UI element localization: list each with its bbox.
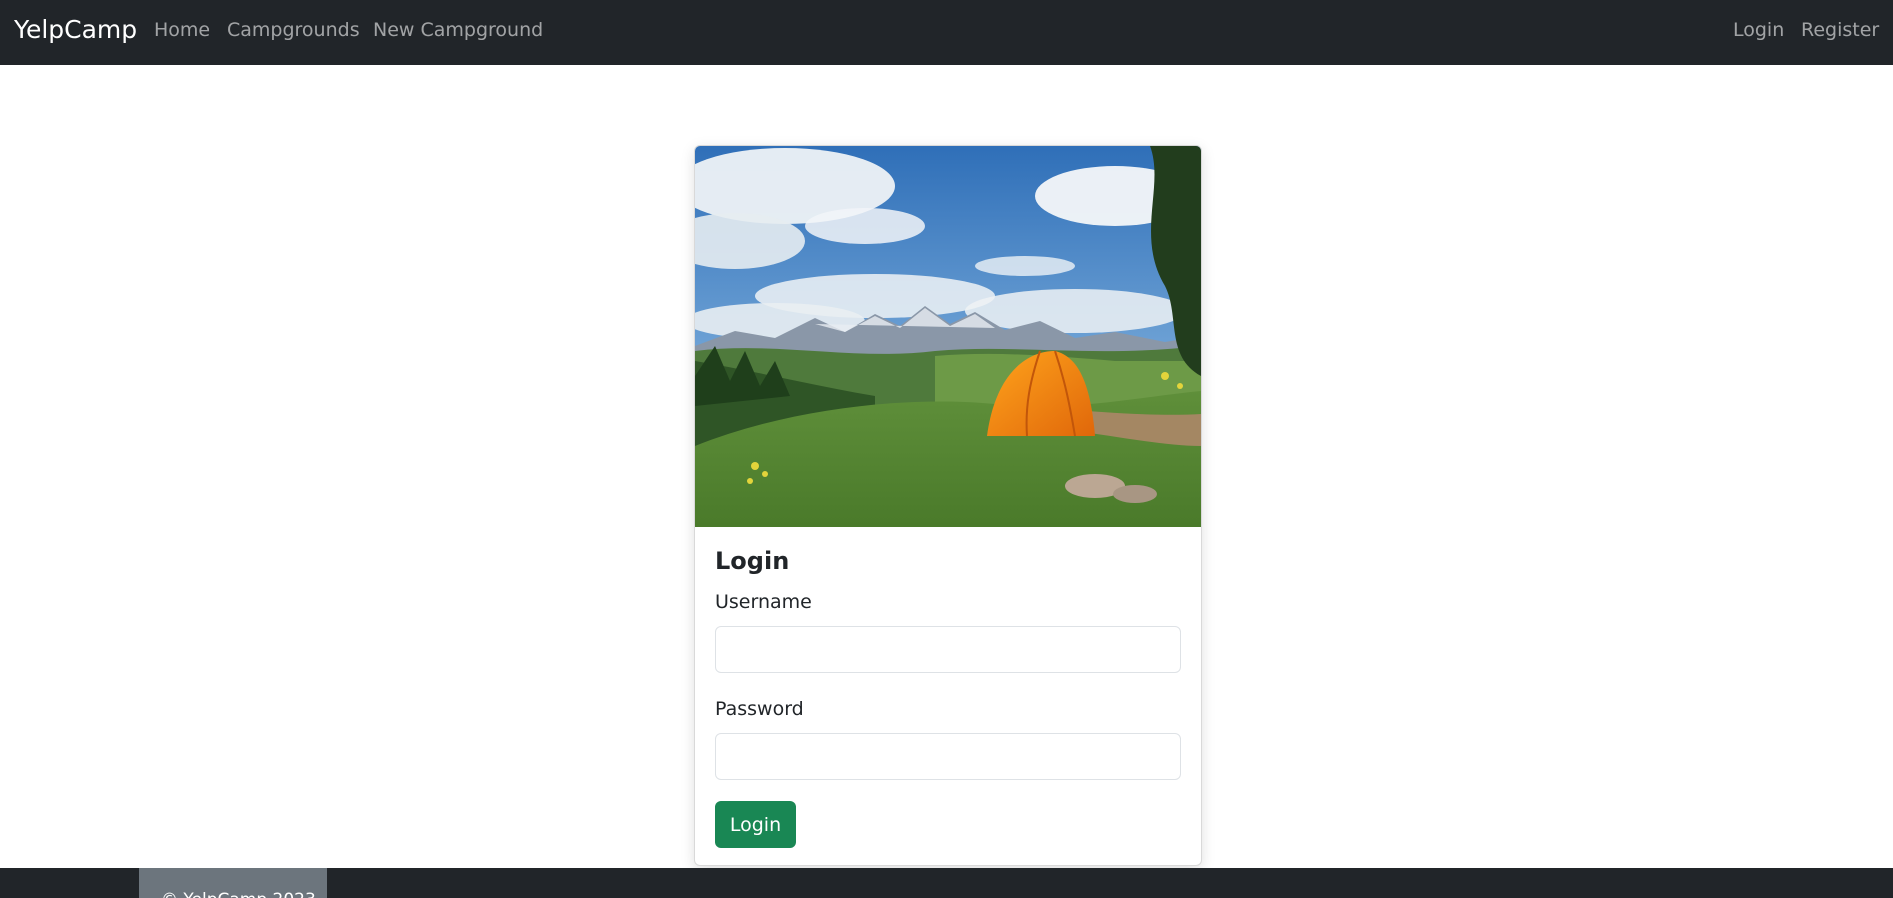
nav-home-link[interactable]: Home xyxy=(154,19,210,41)
nav-login-link[interactable]: Login xyxy=(1733,19,1784,41)
login-title: Login xyxy=(715,547,790,575)
brand-link[interactable]: YelpCamp xyxy=(14,15,137,44)
footer: © YelpCamp 2023 xyxy=(0,868,1893,898)
nav-campgrounds-link[interactable]: Campgrounds xyxy=(227,19,360,41)
password-label: Password xyxy=(715,698,804,720)
login-submit-button[interactable]: Login xyxy=(715,801,796,848)
nav-register-link[interactable]: Register xyxy=(1801,19,1879,41)
footer-container: © YelpCamp 2023 xyxy=(139,868,327,898)
username-input[interactable] xyxy=(715,626,1181,673)
password-input[interactable] xyxy=(715,733,1181,780)
footer-copyright: © YelpCamp 2023 xyxy=(161,890,316,898)
nav-new-campground-link[interactable]: New Campground xyxy=(373,19,543,41)
username-label: Username xyxy=(715,591,812,613)
login-card: Login Username Password Login xyxy=(694,145,1202,866)
navbar: YelpCamp Home Campgrounds New Campground… xyxy=(0,0,1893,65)
campsite-image xyxy=(695,146,1201,527)
